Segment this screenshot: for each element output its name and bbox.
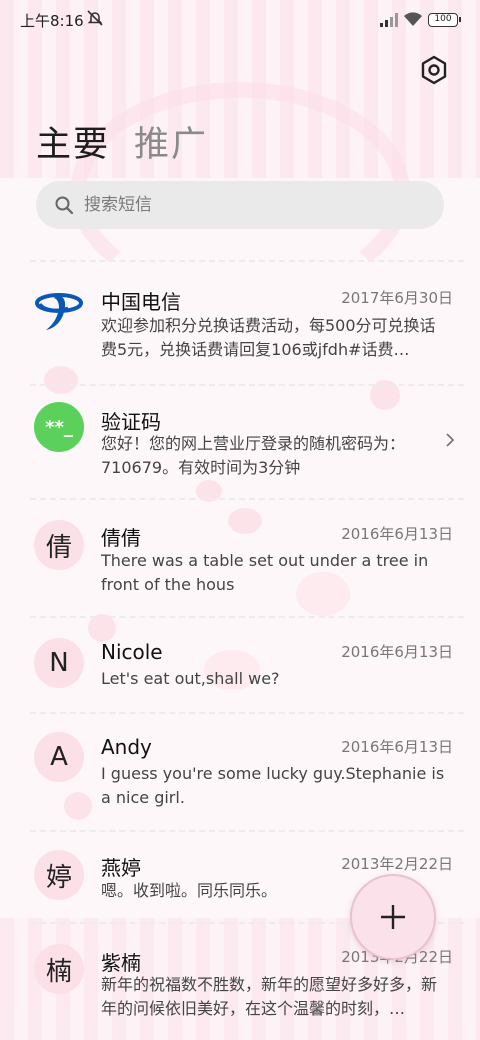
avatar: 婷 (34, 850, 84, 900)
conversation-item[interactable]: 中国电信 2017年6月30日 欢迎参加积分兑换话费活动，每500分可兑换话费5… (0, 262, 480, 382)
conversation-preview: 新年的祝福数不胜数，新年的愿望好多好多，新年的问候依旧美好，在这个温馨的时刻，… (101, 975, 438, 1018)
plus-icon (381, 905, 405, 929)
status-bar: 上午8:16 100 (0, 0, 480, 40)
conversation-name: 紫楠 (101, 951, 141, 975)
avatar (34, 284, 84, 334)
signal-icon (380, 13, 398, 27)
conversation-date: 2016年6月13日 (341, 525, 453, 543)
china-telecom-logo-icon (35, 293, 83, 330)
conversation-item[interactable]: N Nicole 2016年6月13日 Let's eat out,shall … (0, 618, 480, 710)
conversation-date: 2013年2月22日 (341, 855, 453, 873)
wifi-icon (404, 12, 422, 26)
search-bar[interactable] (36, 181, 444, 229)
conversation-name: Andy (101, 735, 152, 759)
status-time: 上午8:16 (20, 12, 84, 30)
search-input[interactable] (84, 195, 404, 215)
conversation-item[interactable]: **_ 验证码 您好！您的网上营业厅登录的随机密码为：710679。有效时间为3… (0, 386, 480, 496)
conversation-name: 燕婷 (101, 856, 141, 880)
conversation-item[interactable]: A Andy 2016年6月13日 I guess you're some lu… (0, 714, 480, 828)
conversation-preview: 欢迎参加积分兑换话费活动，每500分可兑换话费5元，兑换话费请回复106或jfd… (101, 316, 436, 359)
conversation-name: 倩倩 (101, 526, 141, 550)
avatar: 楠 (34, 944, 84, 994)
compose-button[interactable] (350, 874, 436, 960)
tab-main[interactable]: 主要 (36, 116, 110, 167)
conversation-name: 验证码 (101, 410, 161, 434)
conversation-preview: Let's eat out,shall we? (101, 669, 280, 688)
mute-icon (87, 10, 103, 26)
conversation-item[interactable]: 倩 倩倩 2016年6月13日 There was a table set ou… (0, 500, 480, 614)
battery-icon: 100 (428, 13, 461, 27)
conversation-preview: 您好！您的网上营业厅登录的随机密码为：710679。有效时间为3分钟 (101, 434, 406, 477)
avatar: A (34, 732, 84, 782)
search-icon (55, 196, 74, 215)
avatar: 倩 (34, 520, 84, 570)
conversation-name: Nicole (101, 640, 163, 664)
chevron-right-icon (446, 433, 455, 447)
settings-hex-icon (421, 55, 447, 85)
conversation-preview: I guess you're some lucky guy.Stephanie … (101, 764, 445, 807)
tab-promo[interactable]: 推广 (134, 116, 208, 167)
conversation-date: 2016年6月13日 (341, 738, 453, 756)
tab-bar: 主要 推广 (36, 116, 208, 167)
avatar: **_ (34, 402, 84, 452)
settings-button[interactable] (418, 54, 450, 86)
conversation-date: 2017年6月30日 (341, 289, 453, 307)
conversation-name: 中国电信 (101, 290, 181, 314)
conversation-date: 2016年6月13日 (341, 643, 453, 661)
conversation-preview: There was a table set out under a tree i… (101, 551, 429, 594)
avatar: N (34, 638, 84, 688)
